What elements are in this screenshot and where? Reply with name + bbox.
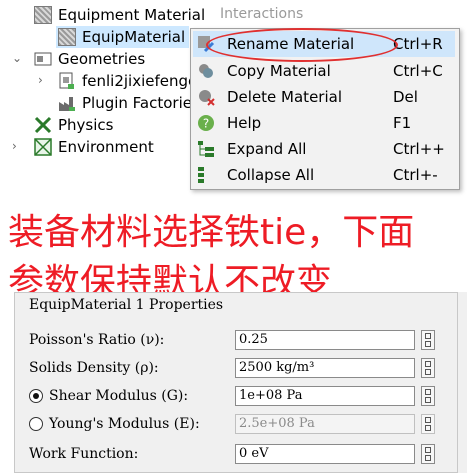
- tree-item-plugin-factories[interactable]: Plugin Factories: [58, 92, 200, 114]
- tree-item-geometries[interactable]: Geometries: [34, 48, 145, 70]
- shear-modulus-spinner[interactable]: [421, 386, 435, 406]
- factory-icon: [58, 94, 76, 112]
- geometry-file-icon: [58, 72, 76, 90]
- expand-icon: [197, 140, 215, 158]
- rename-icon: [197, 35, 215, 53]
- properties-panel: EquipMaterial 1 Properties Poisson's Rat…: [14, 292, 458, 473]
- shear-modulus-input[interactable]: 1e+08 Pa: [235, 386, 415, 406]
- material-icon: [58, 28, 76, 46]
- expand-arrow-icon[interactable]: ›: [38, 73, 43, 87]
- poissons-ratio-spinner[interactable]: [421, 330, 435, 350]
- menu-item-copy-material[interactable]: Copy Material Ctrl+C: [193, 58, 455, 84]
- youngs-modulus-radio[interactable]: [29, 417, 43, 431]
- youngs-modulus-row: Young's Modulus (E):: [29, 413, 200, 435]
- annotation-line-1: 装备材料选择铁tie，下面: [8, 212, 415, 253]
- geometries-icon: [34, 50, 52, 68]
- vertical-scrollbar[interactable]: [458, 292, 467, 473]
- tree-item-physics[interactable]: Physics: [34, 114, 113, 136]
- work-function-input[interactable]: 0 eV: [235, 444, 415, 464]
- expand-arrow-icon[interactable]: ›: [12, 139, 17, 153]
- shear-modulus-row: Shear Modulus (G):: [29, 385, 188, 407]
- tree-item-equipment-material[interactable]: Equipment Material: [34, 4, 205, 26]
- tree-item-equipmaterial[interactable]: EquipMaterial: [56, 26, 190, 48]
- shear-modulus-radio[interactable]: [29, 389, 43, 403]
- collapse-arrow-icon[interactable]: ⌄: [12, 51, 22, 65]
- environment-icon: [34, 138, 52, 156]
- svg-text:?: ?: [203, 117, 209, 131]
- collapse-icon: [197, 166, 215, 184]
- menu-item-help[interactable]: ? Help F1: [193, 110, 455, 136]
- help-icon: ?: [197, 114, 215, 132]
- copy-icon: [197, 62, 215, 80]
- properties-title: EquipMaterial 1 Properties: [29, 297, 224, 313]
- menu-item-collapse-all[interactable]: Collapse All Ctrl+-: [193, 162, 455, 188]
- youngs-modulus-input[interactable]: 2.5e+08 Pa: [235, 414, 415, 434]
- work-function-spinner[interactable]: [421, 444, 435, 464]
- menu-item-rename-material[interactable]: Rename Material Ctrl+R: [193, 31, 455, 57]
- menu-item-delete-material[interactable]: Delete Material Del: [193, 84, 455, 110]
- youngs-modulus-spinner[interactable]: [421, 414, 435, 434]
- poissons-ratio-input[interactable]: 0.25: [235, 330, 415, 350]
- interactions-label: Interactions: [220, 6, 304, 22]
- material-icon: [34, 6, 52, 24]
- tree-item-fenli2jixiefengc[interactable]: fenli2jixiefengc: [58, 70, 196, 92]
- work-function-row: Work Function:: [29, 446, 139, 462]
- solids-density-spinner[interactable]: [421, 358, 435, 378]
- solids-density-input[interactable]: 2500 kg/m³: [235, 358, 415, 378]
- physics-icon: [34, 116, 52, 134]
- menu-item-expand-all[interactable]: Expand All Ctrl++: [193, 136, 455, 162]
- delete-icon: [197, 88, 215, 106]
- tree-item-environment[interactable]: Environment: [34, 136, 154, 158]
- solids-density-row: Solids Density (ρ):: [29, 360, 159, 376]
- poissons-ratio-row: Poisson's Ratio (ν):: [29, 332, 165, 348]
- context-menu: Rename Material Ctrl+R Copy Material Ctr…: [190, 28, 460, 190]
